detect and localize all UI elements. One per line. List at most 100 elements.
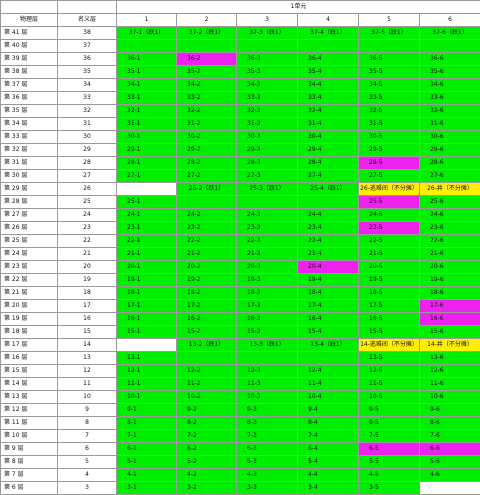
room-cell[interactable]: 6-2 bbox=[177, 443, 237, 456]
room-cell[interactable]: 5-4 bbox=[298, 456, 359, 469]
named-floor-cell[interactable]: 12 bbox=[58, 365, 117, 378]
room-cell[interactable]: 21-1 bbox=[117, 248, 177, 261]
room-cell[interactable]: 17-1 bbox=[117, 300, 177, 313]
room-column-header[interactable]: 1 bbox=[117, 14, 177, 27]
room-cell[interactable]: 28-6 bbox=[420, 157, 480, 170]
room-cell[interactable]: 25-5 bbox=[359, 196, 420, 209]
physical-floor-cell[interactable]: 第 15 层 bbox=[1, 365, 58, 378]
physical-floor-header[interactable]: 物理层 bbox=[1, 14, 58, 27]
room-cell[interactable]: 22-6 bbox=[420, 235, 480, 248]
physical-floor-cell[interactable]: 第 25 层 bbox=[1, 235, 58, 248]
room-cell[interactable]: 13-6 bbox=[420, 352, 480, 365]
room-cell[interactable] bbox=[298, 196, 359, 209]
physical-floor-cell[interactable]: 第 17 层 bbox=[1, 339, 58, 352]
room-cell[interactable]: 8-6 bbox=[420, 417, 480, 430]
room-cell[interactable]: 17-4 bbox=[298, 300, 359, 313]
physical-floor-cell[interactable]: 第 23 层 bbox=[1, 261, 58, 274]
room-cell[interactable]: 12-1 bbox=[117, 365, 177, 378]
room-cell[interactable]: 4-4 bbox=[298, 469, 359, 482]
room-cell[interactable]: 21-6 bbox=[420, 248, 480, 261]
room-cell[interactable] bbox=[420, 40, 480, 53]
room-cell[interactable]: 8-3 bbox=[237, 417, 298, 430]
room-cell[interactable] bbox=[237, 40, 298, 53]
room-cell[interactable]: 35-3 bbox=[237, 66, 298, 79]
room-cell[interactable]: 13-4（跃1） bbox=[298, 339, 359, 352]
room-cell[interactable]: 21-2 bbox=[177, 248, 237, 261]
room-cell[interactable]: 20-5 bbox=[359, 261, 420, 274]
physical-floor-cell[interactable]: 第 19 层 bbox=[1, 313, 58, 326]
room-cell[interactable]: 23-4 bbox=[298, 222, 359, 235]
physical-floor-cell[interactable]: 第 22 层 bbox=[1, 274, 58, 287]
named-floor-cell[interactable]: 9 bbox=[58, 404, 117, 417]
room-cell[interactable]: 12-3 bbox=[237, 365, 298, 378]
unit-header[interactable]: 1单元 bbox=[117, 1, 480, 14]
room-cell[interactable]: 12-4 bbox=[298, 365, 359, 378]
named-floor-header[interactable]: 名义层 bbox=[58, 14, 117, 27]
room-cell[interactable]: 3-4 bbox=[298, 482, 359, 495]
physical-floor-cell[interactable]: 第 27 层 bbox=[1, 209, 58, 222]
corner-cell[interactable] bbox=[1, 1, 58, 14]
room-cell[interactable] bbox=[237, 196, 298, 209]
room-cell[interactable]: 8-1 bbox=[117, 417, 177, 430]
room-cell[interactable]: 21-3 bbox=[237, 248, 298, 261]
room-cell[interactable]: 16-5 bbox=[359, 313, 420, 326]
room-cell[interactable]: 6-4 bbox=[298, 443, 359, 456]
room-cell[interactable]: 20-2 bbox=[177, 261, 237, 274]
room-cell[interactable]: 16-3 bbox=[237, 313, 298, 326]
room-cell[interactable]: 31-1 bbox=[117, 118, 177, 131]
room-cell[interactable]: 13-2（跃1） bbox=[177, 339, 237, 352]
room-cell[interactable]: 18-3 bbox=[237, 287, 298, 300]
room-cell[interactable]: 33-4 bbox=[298, 92, 359, 105]
room-cell[interactable]: 34-1 bbox=[117, 79, 177, 92]
room-cell[interactable]: 31-5 bbox=[359, 118, 420, 131]
room-cell[interactable]: 23-3 bbox=[237, 222, 298, 235]
room-cell[interactable]: 26-井（不分摊） bbox=[420, 183, 480, 196]
room-cell[interactable]: 7-6 bbox=[420, 430, 480, 443]
room-cell[interactable]: 12-2 bbox=[177, 365, 237, 378]
room-cell[interactable]: 7-2 bbox=[177, 430, 237, 443]
room-cell[interactable]: 36-5 bbox=[359, 53, 420, 66]
room-cell[interactable]: 7-3 bbox=[237, 430, 298, 443]
physical-floor-cell[interactable]: 第 30 层 bbox=[1, 170, 58, 183]
named-floor-cell[interactable]: 29 bbox=[58, 144, 117, 157]
room-cell[interactable]: 6-6 bbox=[420, 443, 480, 456]
room-cell[interactable]: 17-2 bbox=[177, 300, 237, 313]
named-floor-cell[interactable]: 15 bbox=[58, 326, 117, 339]
room-cell[interactable]: 22-1 bbox=[117, 235, 177, 248]
room-cell[interactable]: 3-2 bbox=[177, 482, 237, 495]
room-cell[interactable]: 19-3 bbox=[237, 274, 298, 287]
room-cell[interactable]: 23-5 bbox=[359, 222, 420, 235]
room-cell[interactable]: 32-4 bbox=[298, 105, 359, 118]
room-cell[interactable]: 18-6 bbox=[420, 287, 480, 300]
room-cell[interactable]: 24-2 bbox=[177, 209, 237, 222]
room-cell[interactable]: 8-5 bbox=[359, 417, 420, 430]
room-cell[interactable]: 37-6（跃1） bbox=[420, 27, 480, 40]
room-cell[interactable]: 37-4（跃1） bbox=[298, 27, 359, 40]
room-cell[interactable]: 5-5 bbox=[359, 456, 420, 469]
room-cell[interactable]: 10-6 bbox=[420, 391, 480, 404]
named-floor-cell[interactable]: 36 bbox=[58, 53, 117, 66]
room-cell[interactable]: 4-5 bbox=[359, 469, 420, 482]
room-cell[interactable]: 35-2 bbox=[177, 66, 237, 79]
room-cell[interactable]: 27-5 bbox=[359, 170, 420, 183]
room-cell[interactable]: 3-1 bbox=[117, 482, 177, 495]
physical-floor-cell[interactable]: 第 35 层 bbox=[1, 105, 58, 118]
room-cell[interactable]: 29-6 bbox=[420, 144, 480, 157]
room-cell[interactable]: 30-5 bbox=[359, 131, 420, 144]
room-column-header[interactable]: 2 bbox=[177, 14, 237, 27]
named-floor-cell[interactable]: 11 bbox=[58, 378, 117, 391]
room-cell[interactable]: 35-4 bbox=[298, 66, 359, 79]
room-cell[interactable]: 34-5 bbox=[359, 79, 420, 92]
room-column-header[interactable]: 5 bbox=[359, 14, 420, 27]
room-cell[interactable]: 35-5 bbox=[359, 66, 420, 79]
room-cell[interactable]: 10-2 bbox=[177, 391, 237, 404]
named-floor-cell[interactable]: 30 bbox=[58, 131, 117, 144]
room-cell[interactable] bbox=[298, 352, 359, 365]
room-cell[interactable] bbox=[117, 339, 177, 352]
room-cell[interactable]: 27-1 bbox=[117, 170, 177, 183]
room-cell[interactable]: 15-1 bbox=[117, 326, 177, 339]
room-cell[interactable]: 34-4 bbox=[298, 79, 359, 92]
room-cell[interactable]: 17-5 bbox=[359, 300, 420, 313]
physical-floor-cell[interactable]: 第 38 层 bbox=[1, 66, 58, 79]
named-floor-cell[interactable]: 35 bbox=[58, 66, 117, 79]
